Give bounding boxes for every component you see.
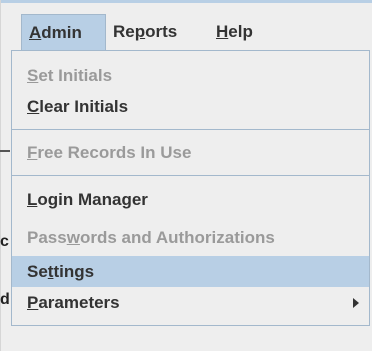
menu-item-free-records-in-use[interactable]: Free Records In Use	[12, 137, 369, 168]
menu-admin-mnemonic: A	[29, 23, 42, 42]
menu-reports[interactable]: Reports	[106, 14, 208, 50]
menu-help-mnemonic: H	[216, 22, 229, 41]
menu-admin-label: dmin	[41, 23, 82, 42]
menu-bar: Admin Reports Help	[10, 14, 372, 50]
set-initials-mnemonic: S	[27, 66, 39, 85]
background-divider-fragment	[0, 150, 10, 152]
passwords-label-pre: Pass	[27, 228, 67, 247]
menu-item-clear-initials[interactable]: Clear Initials	[12, 91, 369, 122]
menu-help[interactable]: Help	[209, 14, 269, 50]
parameters-label: arameters	[38, 293, 120, 312]
login-manager-label: ogin Manager	[37, 190, 148, 209]
free-records-label: ree Records In Use	[37, 143, 192, 162]
passwords-mnemonic: w	[66, 228, 80, 247]
parameters-mnemonic: P	[27, 293, 39, 312]
admin-dropdown-menu: Set Initials Clear Initials Free Records…	[11, 50, 370, 326]
chevron-right-icon	[353, 298, 359, 308]
settings-label-pre: Se	[27, 262, 48, 281]
menu-help-label: elp	[228, 22, 253, 41]
menu-reports-mnemonic: p	[134, 22, 146, 41]
window-top-border	[0, 0, 372, 3]
free-records-mnemonic: F	[27, 143, 38, 162]
menu-admin[interactable]: Admin	[21, 14, 106, 50]
passwords-label: ords and Authorizations	[79, 228, 275, 247]
menu-item-set-initials[interactable]: Set Initials	[12, 60, 369, 91]
menu-reports-label-pre: Re	[113, 22, 135, 41]
settings-label: tings	[53, 262, 95, 281]
login-manager-mnemonic: L	[27, 190, 38, 209]
set-initials-label: et Initials	[38, 66, 113, 85]
background-text-fragment: d	[0, 291, 10, 308]
clear-initials-label: lear Initials	[39, 97, 129, 116]
menu-item-settings[interactable]: Settings	[12, 256, 369, 287]
background-text-fragment: c	[0, 233, 9, 250]
menu-reports-label: orts	[145, 22, 178, 41]
menu-item-passwords-and-authorizations[interactable]: Passwords and Authorizations	[12, 222, 369, 253]
menu-item-login-manager[interactable]: Login Manager	[12, 184, 369, 215]
menu-separator	[12, 175, 369, 176]
menu-separator	[12, 129, 369, 130]
clear-initials-mnemonic: C	[27, 97, 40, 116]
app-window: c d Admin Reports Help Set Initials Clea…	[0, 0, 372, 351]
menu-item-parameters[interactable]: Parameters	[12, 287, 369, 318]
